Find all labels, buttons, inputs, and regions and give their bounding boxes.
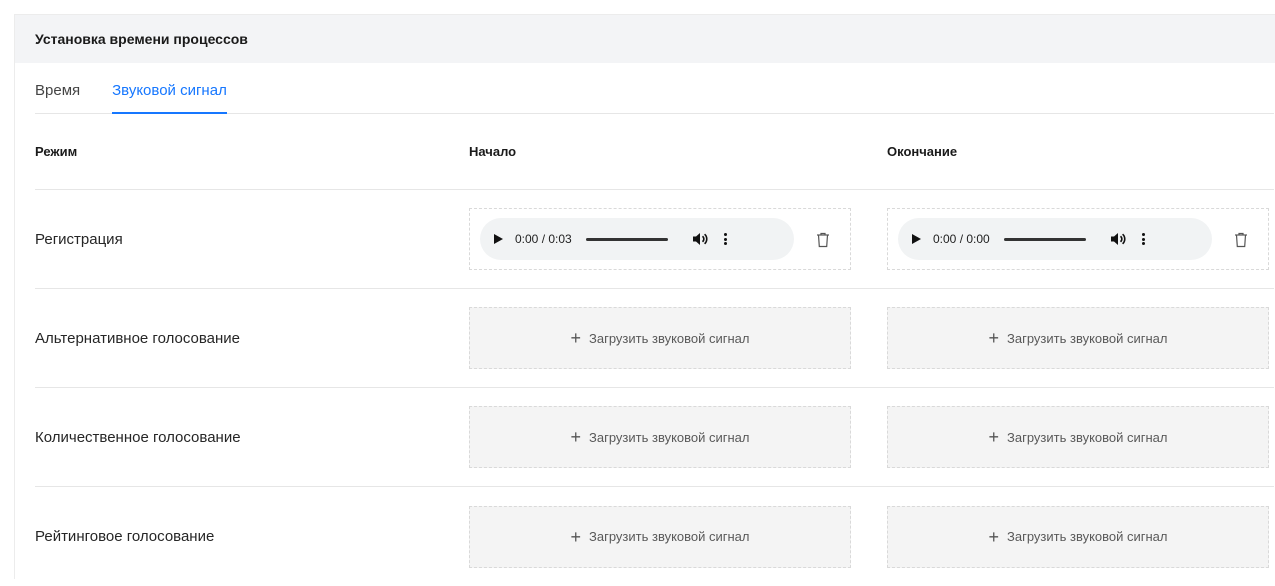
audio-box: 0:00 / 0:03 bbox=[469, 208, 851, 270]
upload-sound-button[interactable]: + Загрузить звуковой сигнал bbox=[469, 406, 851, 468]
upload-label: Загрузить звуковой сигнал bbox=[1007, 330, 1168, 346]
plus-icon: + bbox=[570, 328, 582, 348]
plus-icon: + bbox=[988, 328, 1000, 348]
sound-settings-table: Режим Начало Окончание Регистрация 0:00 … bbox=[35, 114, 1274, 586]
volume-icon[interactable] bbox=[692, 232, 708, 246]
column-header-start: Начало bbox=[469, 144, 517, 159]
upload-sound-button[interactable]: + Загрузить звуковой сигнал bbox=[469, 307, 851, 369]
mode-label: Регистрация bbox=[35, 230, 123, 248]
audio-player: 0:00 / 0:00 bbox=[898, 218, 1212, 260]
plus-icon: + bbox=[570, 526, 582, 547]
plus-icon: + bbox=[988, 526, 1000, 547]
tab-sound-signal[interactable]: Звуковой сигнал bbox=[112, 82, 227, 114]
plus-icon: + bbox=[570, 427, 582, 447]
upload-label: Загрузить звуковой сигнал bbox=[1007, 529, 1168, 544]
mode-label: Рейтинговое голосование bbox=[35, 528, 215, 545]
tab-time[interactable]: Время bbox=[35, 82, 80, 113]
mode-label: Количественное голосование bbox=[35, 428, 241, 446]
upload-label: Загрузить звуковой сигнал bbox=[589, 330, 750, 346]
start-cell: 0:00 / 0:03 bbox=[469, 208, 869, 270]
table-row: Количественное голосование + Загрузить з… bbox=[35, 388, 1274, 487]
audio-player: 0:00 / 0:03 bbox=[480, 218, 794, 260]
column-header-end: Окончание bbox=[887, 144, 958, 159]
upload-sound-button[interactable]: + Загрузить звуковой сигнал bbox=[887, 505, 1269, 568]
trash-icon[interactable] bbox=[1234, 232, 1248, 248]
upload-label: Загрузить звуковой сигнал bbox=[1007, 429, 1168, 445]
end-cell: + Загрузить звуковой сигнал bbox=[887, 307, 1274, 369]
mode-label: Альтернативное голосование bbox=[35, 329, 241, 347]
trash-icon[interactable] bbox=[816, 232, 830, 248]
table-header: Режим Начало Окончание bbox=[35, 114, 1274, 190]
audio-box: 0:00 / 0:00 bbox=[887, 208, 1269, 270]
volume-icon[interactable] bbox=[1110, 232, 1126, 246]
column-header-mode: Режим bbox=[35, 144, 78, 159]
tabs: Время Звуковой сигнал bbox=[35, 63, 1274, 114]
end-cell: + Загрузить звуковой сигнал bbox=[887, 505, 1274, 568]
upload-label: Загрузить звуковой сигнал bbox=[589, 529, 750, 544]
play-icon[interactable] bbox=[494, 234, 503, 244]
process-time-settings-card: Установка времени процессов Время Звуков… bbox=[14, 14, 1275, 579]
table-row: Регистрация 0:00 / 0:03 0:00 / 0:00 bbox=[35, 190, 1274, 289]
audio-time: 0:00 / 0:03 bbox=[515, 232, 572, 246]
table-row: Рейтинговое голосование + Загрузить звук… bbox=[35, 487, 1274, 586]
plus-icon: + bbox=[988, 427, 1000, 447]
table-row: Альтернативное голосование + Загрузить з… bbox=[35, 289, 1274, 388]
audio-progress-bar[interactable] bbox=[1003, 237, 1086, 241]
card-header: Установка времени процессов bbox=[15, 15, 1275, 63]
start-cell: + Загрузить звуковой сигнал bbox=[469, 307, 869, 369]
audio-time: 0:00 / 0:00 bbox=[933, 232, 990, 246]
more-vertical-icon[interactable] bbox=[723, 233, 727, 245]
play-icon[interactable] bbox=[912, 234, 921, 244]
end-cell: + Загрузить звуковой сигнал bbox=[887, 406, 1274, 468]
end-cell: 0:00 / 0:00 bbox=[887, 208, 1274, 270]
audio-progress-bar[interactable] bbox=[585, 237, 668, 241]
start-cell: + Загрузить звуковой сигнал bbox=[469, 505, 869, 568]
upload-label: Загрузить звуковой сигнал bbox=[589, 429, 750, 445]
upload-sound-button[interactable]: + Загрузить звуковой сигнал bbox=[469, 505, 851, 568]
more-vertical-icon[interactable] bbox=[1141, 233, 1145, 245]
start-cell: + Загрузить звуковой сигнал bbox=[469, 406, 869, 468]
upload-sound-button[interactable]: + Загрузить звуковой сигнал bbox=[887, 406, 1269, 468]
upload-sound-button[interactable]: + Загрузить звуковой сигнал bbox=[887, 307, 1269, 369]
card-title: Установка времени процессов bbox=[35, 31, 248, 47]
